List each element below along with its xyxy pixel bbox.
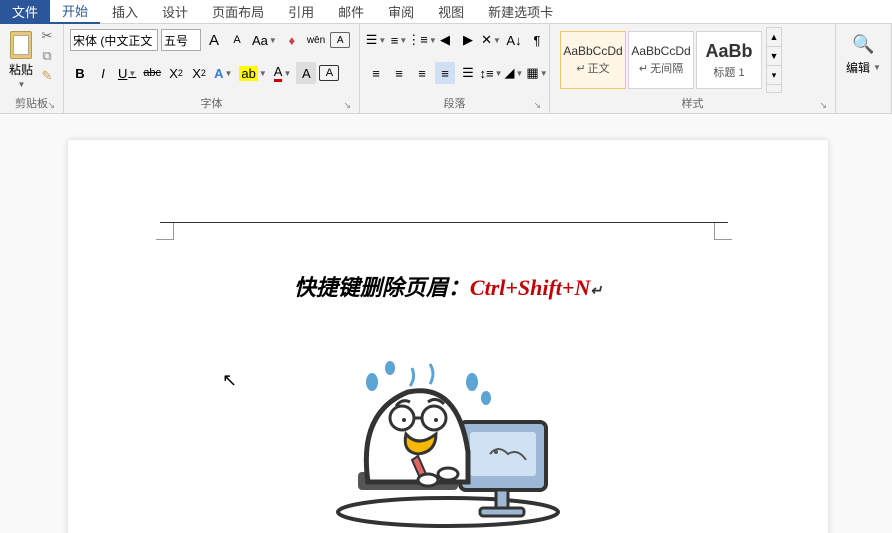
- phonetic-guide-button[interactable]: wēn: [305, 29, 327, 51]
- char-shading-button[interactable]: A: [296, 62, 316, 84]
- ribbon: 粘贴 ▼ ✂ ⧉ ✎ 剪贴板↘ A A Aa▼ ♦ wēn A B I U▼ a…: [0, 24, 892, 114]
- underline-button[interactable]: U▼: [116, 62, 138, 84]
- shrink-font-button[interactable]: A: [227, 29, 247, 51]
- pilcrow-icon: ↵: [639, 62, 648, 75]
- font-name-select[interactable]: [70, 29, 158, 51]
- style-preview: AaBb: [705, 41, 752, 62]
- dialog-launcher-icon[interactable]: ↘: [819, 100, 827, 111]
- paste-button[interactable]: 粘贴 ▼: [6, 27, 36, 91]
- decrease-indent-button[interactable]: ◀: [435, 29, 455, 51]
- style-heading1[interactable]: AaBb 标题 1: [696, 31, 762, 89]
- shading-button[interactable]: ◢▼: [504, 62, 524, 84]
- change-case-button[interactable]: Aa▼: [250, 29, 279, 51]
- find-button[interactable]: 🔍: [850, 33, 876, 55]
- group-label-edit: [842, 109, 885, 113]
- line-spacing-button[interactable]: ↕≡▼: [481, 62, 501, 84]
- styles-scrollbar[interactable]: ▲ ▼ ▾: [766, 27, 782, 93]
- tab-insert[interactable]: 插入: [100, 0, 150, 24]
- tab-mailings[interactable]: 邮件: [326, 0, 376, 24]
- superscript-button[interactable]: X2: [189, 62, 209, 84]
- group-label-styles: 样式↘: [556, 93, 829, 113]
- dialog-launcher-icon[interactable]: ↘: [343, 100, 351, 111]
- copy-button[interactable]: ⧉: [38, 47, 56, 65]
- format-painter-button[interactable]: ✎: [38, 67, 56, 85]
- scroll-down-icon[interactable]: ▼: [767, 47, 781, 66]
- tab-view[interactable]: 视图: [426, 0, 476, 24]
- clipboard-icon: [8, 29, 34, 59]
- styles-expand-icon[interactable]: ▾: [767, 66, 781, 85]
- multilevel-button[interactable]: ⋮≡▼: [412, 29, 432, 51]
- bullets-button[interactable]: ☰▼: [366, 29, 386, 51]
- document-content: 快捷键删除页眉：Ctrl+Shift+N↵: [68, 270, 828, 532]
- dialog-launcher-icon[interactable]: ↘: [47, 100, 55, 111]
- bold-button[interactable]: B: [70, 62, 90, 84]
- chevron-down-icon: ▼: [873, 63, 881, 72]
- style-nospace[interactable]: AaBbCcDd ↵无间隔: [628, 31, 694, 89]
- enclose-char-button[interactable]: A: [330, 32, 350, 48]
- group-clipboard: 粘贴 ▼ ✂ ⧉ ✎ 剪贴板↘: [0, 24, 64, 113]
- group-paragraph: ☰▼ ≡▼ ⋮≡▼ ◀ ▶ ✕▼ A↓ ¶ ≡ ≡ ≡ ≡ ☰ ↕≡▼ ◢▼ ▦…: [360, 24, 550, 113]
- justify-button[interactable]: ≡: [435, 62, 455, 84]
- chevron-down-icon: ▼: [18, 80, 26, 89]
- margin-corner-icon: [714, 222, 732, 240]
- distribute-button[interactable]: ☰: [458, 62, 478, 84]
- scroll-up-icon[interactable]: ▲: [767, 28, 781, 47]
- style-normal[interactable]: AaBbCcDd ↵正文: [560, 31, 626, 89]
- cut-button[interactable]: ✂: [38, 27, 56, 45]
- group-styles: AaBbCcDd ↵正文 AaBbCcDd ↵无间隔 AaBb 标题 1 ▲ ▼: [550, 24, 836, 113]
- group-font: A A Aa▼ ♦ wēn A B I U▼ abc X2 X2 A▼ ab▼ …: [64, 24, 360, 113]
- tab-layout[interactable]: 页面布局: [200, 0, 276, 24]
- tab-file[interactable]: 文件: [0, 0, 50, 24]
- tab-design[interactable]: 设计: [150, 0, 200, 24]
- tab-new[interactable]: 新建选项卡: [476, 0, 565, 24]
- cartoon-image: [68, 332, 828, 532]
- ribbon-tabs: 文件 开始 插入 设计 页面布局 引用 邮件 审阅 视图 新建选项卡: [0, 0, 892, 24]
- tab-home[interactable]: 开始: [50, 0, 100, 24]
- paste-label: 粘贴: [9, 61, 33, 78]
- group-label-paragraph: 段落↘: [366, 93, 543, 113]
- title-text: 快捷键删除页眉：Ctrl+Shift+N↵: [68, 270, 828, 302]
- grow-font-button[interactable]: A: [204, 29, 224, 51]
- asian-layout-button[interactable]: ✕▼: [481, 29, 501, 51]
- highlight-button[interactable]: ab▼: [237, 62, 268, 84]
- numbering-button[interactable]: ≡▼: [389, 29, 409, 51]
- font-color-button[interactable]: A▼: [272, 62, 294, 84]
- pilcrow-icon: ↵: [576, 62, 585, 75]
- style-preview: AaBbCcDd: [563, 44, 622, 58]
- borders-button[interactable]: ▦▼: [527, 62, 547, 84]
- clear-format-button[interactable]: ♦: [282, 29, 302, 51]
- align-left-button[interactable]: ≡: [366, 62, 386, 84]
- font-size-select[interactable]: [161, 29, 201, 51]
- tab-references[interactable]: 引用: [276, 0, 326, 24]
- page: 快捷键删除页眉：Ctrl+Shift+N↵: [68, 140, 828, 533]
- style-preview: AaBbCcDd: [631, 44, 690, 58]
- document-area[interactable]: 快捷键删除页眉：Ctrl+Shift+N↵: [0, 114, 892, 533]
- italic-button[interactable]: I: [93, 62, 113, 84]
- subscript-button[interactable]: X2: [166, 62, 186, 84]
- sort-button[interactable]: A↓: [504, 29, 524, 51]
- header-line: [160, 222, 728, 223]
- paragraph-mark-icon: ↵: [590, 282, 602, 298]
- group-label-clipboard: 剪贴板↘: [6, 93, 57, 113]
- text-effects-button[interactable]: A▼: [212, 62, 234, 84]
- show-marks-button[interactable]: ¶: [527, 29, 547, 51]
- char-border-button[interactable]: A: [319, 65, 339, 81]
- group-edit: 🔍 编辑▼: [836, 24, 892, 113]
- strike-button[interactable]: abc: [141, 62, 163, 84]
- align-right-button[interactable]: ≡: [412, 62, 432, 84]
- tab-review[interactable]: 审阅: [376, 0, 426, 24]
- dialog-launcher-icon[interactable]: ↘: [533, 100, 541, 111]
- group-label-font: 字体↘: [70, 93, 353, 113]
- align-center-button[interactable]: ≡: [389, 62, 409, 84]
- increase-indent-button[interactable]: ▶: [458, 29, 478, 51]
- margin-corner-icon: [156, 222, 174, 240]
